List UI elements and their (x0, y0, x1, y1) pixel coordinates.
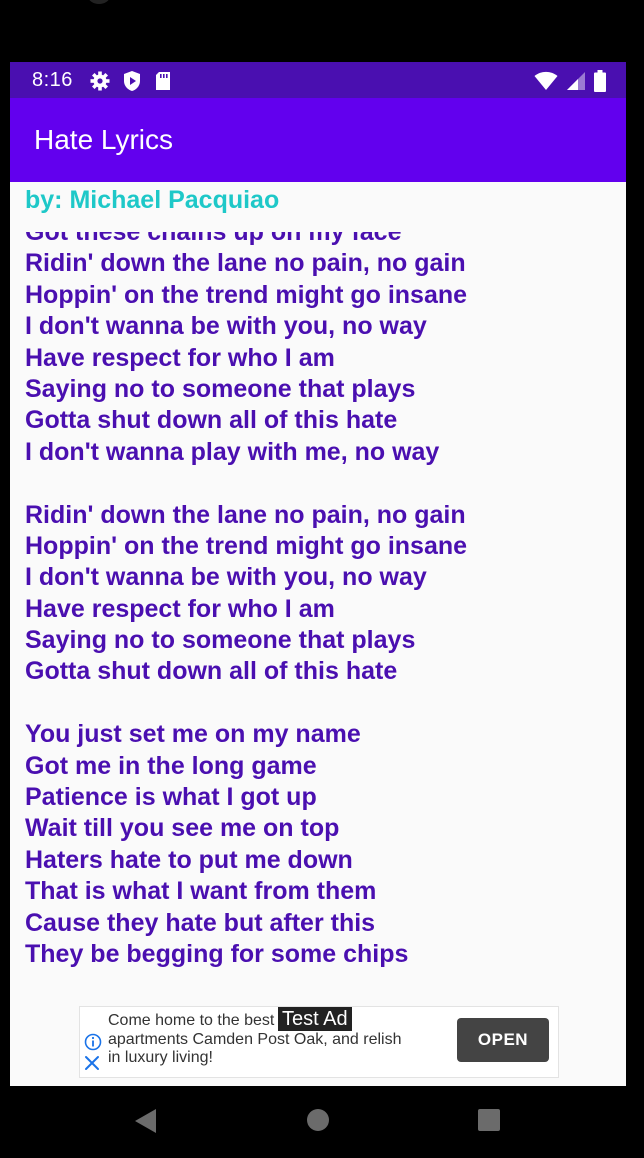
ad-text[interactable]: Come home to the best luxury apartments … (108, 1012, 438, 1068)
lyric-line: Cause they hate but after this (25, 908, 376, 937)
app-bar: Hate Lyrics (10, 98, 626, 182)
lyric-line: That is what I want from them (25, 877, 377, 906)
status-bar: 8:16 (10, 62, 626, 98)
status-time: 8:16 (32, 69, 73, 91)
lyric-line: Got me in the long game (25, 751, 317, 780)
ad-text-line: apartments Camden Post Oak, and relish (108, 1030, 402, 1048)
cell-signal-icon (567, 72, 585, 90)
ad-open-button[interactable]: OPEN (457, 1018, 549, 1062)
info-icon[interactable] (84, 1033, 102, 1051)
wifi-icon (534, 71, 558, 90)
lyric-line: I don't wanna play with me, no way (25, 437, 440, 466)
lyric-line: You just set me on my name (25, 720, 361, 749)
lyrics-text: Got these chains up on my face Ridin' dow… (25, 232, 467, 970)
status-icons-left (90, 70, 172, 92)
app-title: Hate Lyrics (34, 124, 174, 155)
lyric-line: Ridin' down the lane no pain, no gain (25, 249, 466, 278)
lyric-line: Hoppin' on the trend might go insane (25, 280, 468, 309)
gear-icon (90, 71, 110, 91)
play-shield-icon (124, 71, 140, 91)
lyric-line: Have respect for who I am (25, 594, 335, 623)
battery-icon (594, 70, 606, 92)
lyric-line: Ridin' down the lane no pain, no gain (25, 500, 466, 529)
ad-banner[interactable]: Come home to the best luxury apartments … (79, 1006, 559, 1078)
lyric-line: Haters hate to put me down (25, 845, 353, 874)
lyric-line (25, 688, 467, 719)
lyric-line: Saying no to someone that plays (25, 626, 416, 655)
ad-text-line: in luxury living! (108, 1049, 213, 1066)
close-icon[interactable] (84, 1055, 100, 1071)
back-icon[interactable] (134, 1108, 158, 1134)
sd-card-icon (156, 72, 170, 90)
camera-notch (88, 0, 110, 4)
navigation-bar (0, 1086, 644, 1158)
lyrics-scroll-area[interactable]: Got these chains up on my face Ridin' dow… (10, 232, 626, 972)
lyric-line: They be begging for some chips (25, 939, 409, 968)
lyric-line: Have respect for who I am (25, 343, 335, 372)
lyric-line: Hoppin' on the trend might go insane (25, 531, 468, 560)
lyric-line: Patience is what I got up (25, 783, 317, 812)
lyric-line: Gotta shut down all of this hate (25, 657, 398, 686)
ad-text-line: Come home to the best luxury (108, 1012, 322, 1029)
lyric-line: Got these chains up on my face (25, 232, 402, 246)
lyric-line: I don't wanna be with you, no way (25, 312, 427, 341)
lyric-line: Saying no to someone that plays (25, 374, 416, 403)
recents-icon[interactable] (477, 1108, 501, 1132)
lyric-line: Wait till you see me on top (25, 814, 340, 843)
lyric-line (25, 468, 467, 499)
app-screen: 8:16 Hate Lyrics by: Michael Pacquiao Go… (10, 62, 626, 1086)
test-ad-label: Test Ad (278, 1007, 352, 1031)
song-author: by: Michael Pacquiao (25, 186, 280, 214)
lyric-line: I don't wanna be with you, no way (25, 563, 427, 592)
home-icon[interactable] (306, 1108, 330, 1132)
lyric-line: Gotta shut down all of this hate (25, 406, 398, 435)
status-icons-right (534, 70, 606, 92)
